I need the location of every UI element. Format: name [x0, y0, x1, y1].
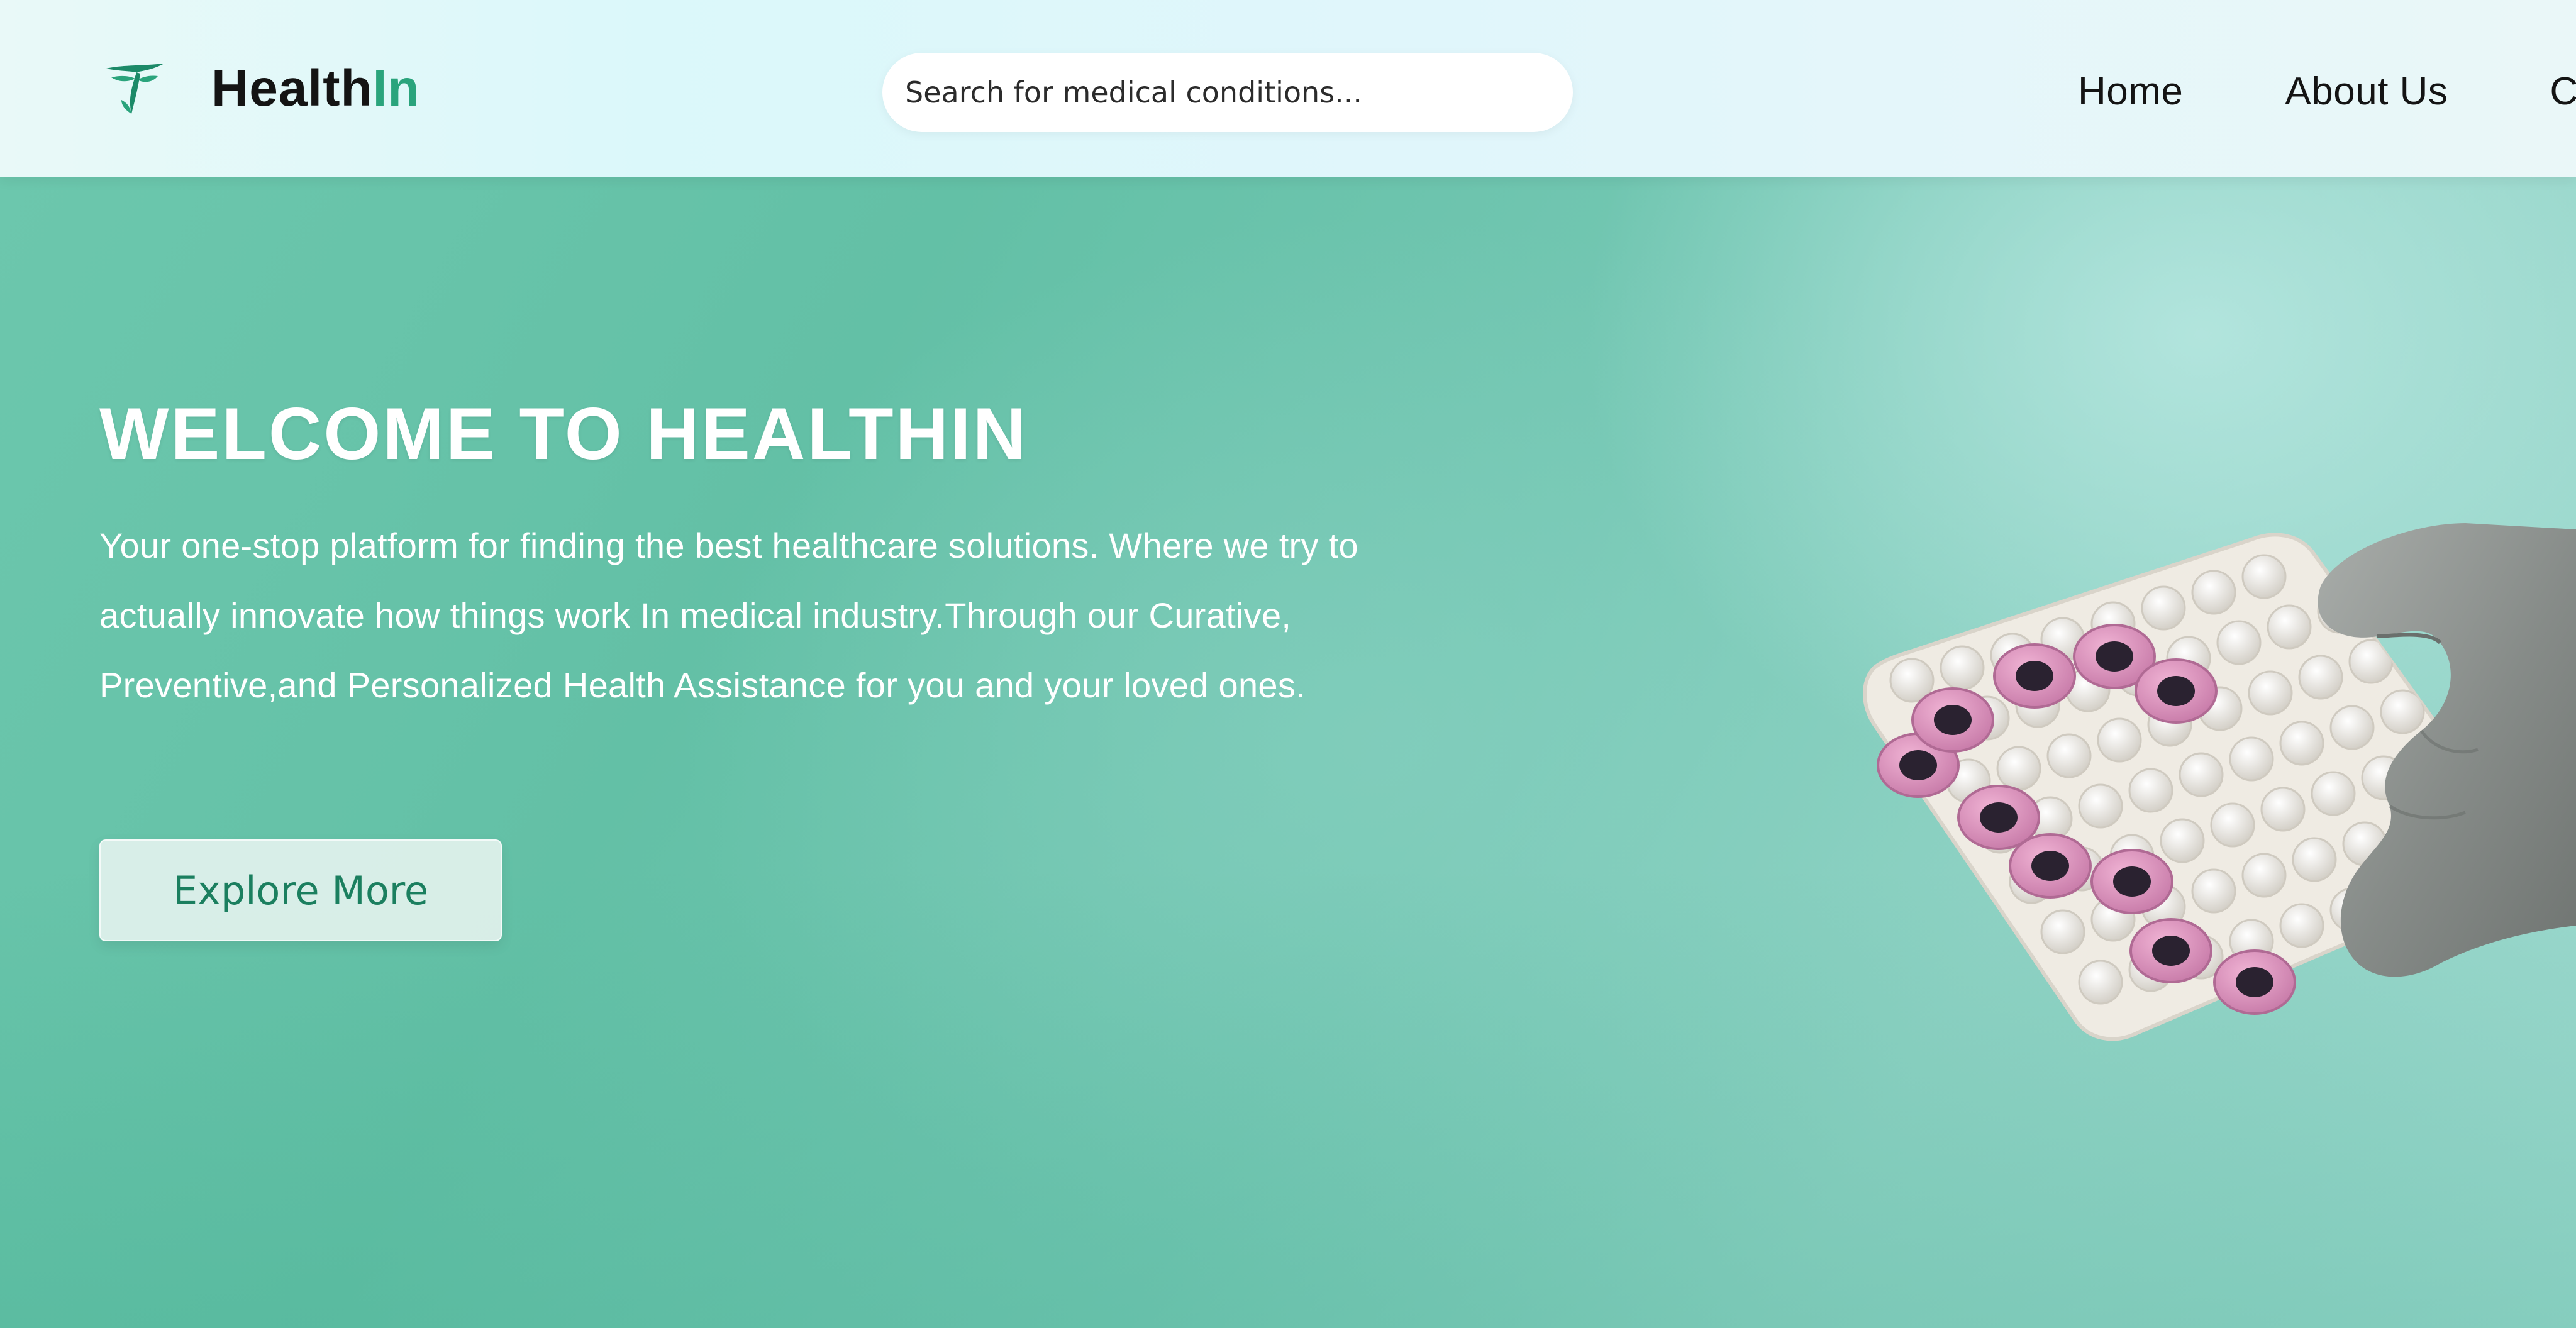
- nav-links: Home About Us C: [2078, 63, 2576, 119]
- brand[interactable]: HealthIn: [101, 54, 419, 123]
- hero-section: WELCOME TO HEALTHIN Your one-stop platfo…: [0, 177, 2576, 1328]
- brand-name-accent: In: [372, 60, 420, 117]
- search-box: [882, 53, 1573, 132]
- hero-description: Your one-stop platform for finding the b…: [99, 526, 1358, 705]
- navbar: HealthIn Home About Us C: [0, 0, 2576, 177]
- nav-about-us-link[interactable]: About Us: [2285, 69, 2448, 114]
- gloved-hand-holding-vial-tray-image: [1863, 523, 2576, 1041]
- nav-contact-link[interactable]: C: [2550, 69, 2576, 114]
- brand-name: HealthIn: [211, 59, 419, 118]
- search-input[interactable]: [882, 53, 1573, 132]
- hero-title: WELCOME TO HEALTHIN: [99, 392, 1028, 475]
- nav-home-link[interactable]: Home: [2078, 69, 2183, 114]
- explore-more-button[interactable]: Explore More: [99, 839, 502, 941]
- brand-name-main: Health: [211, 60, 373, 117]
- page: HealthIn Home About Us C WELCOME TO HEAL…: [0, 0, 2576, 1328]
- leaf-logo-icon: [101, 57, 170, 120]
